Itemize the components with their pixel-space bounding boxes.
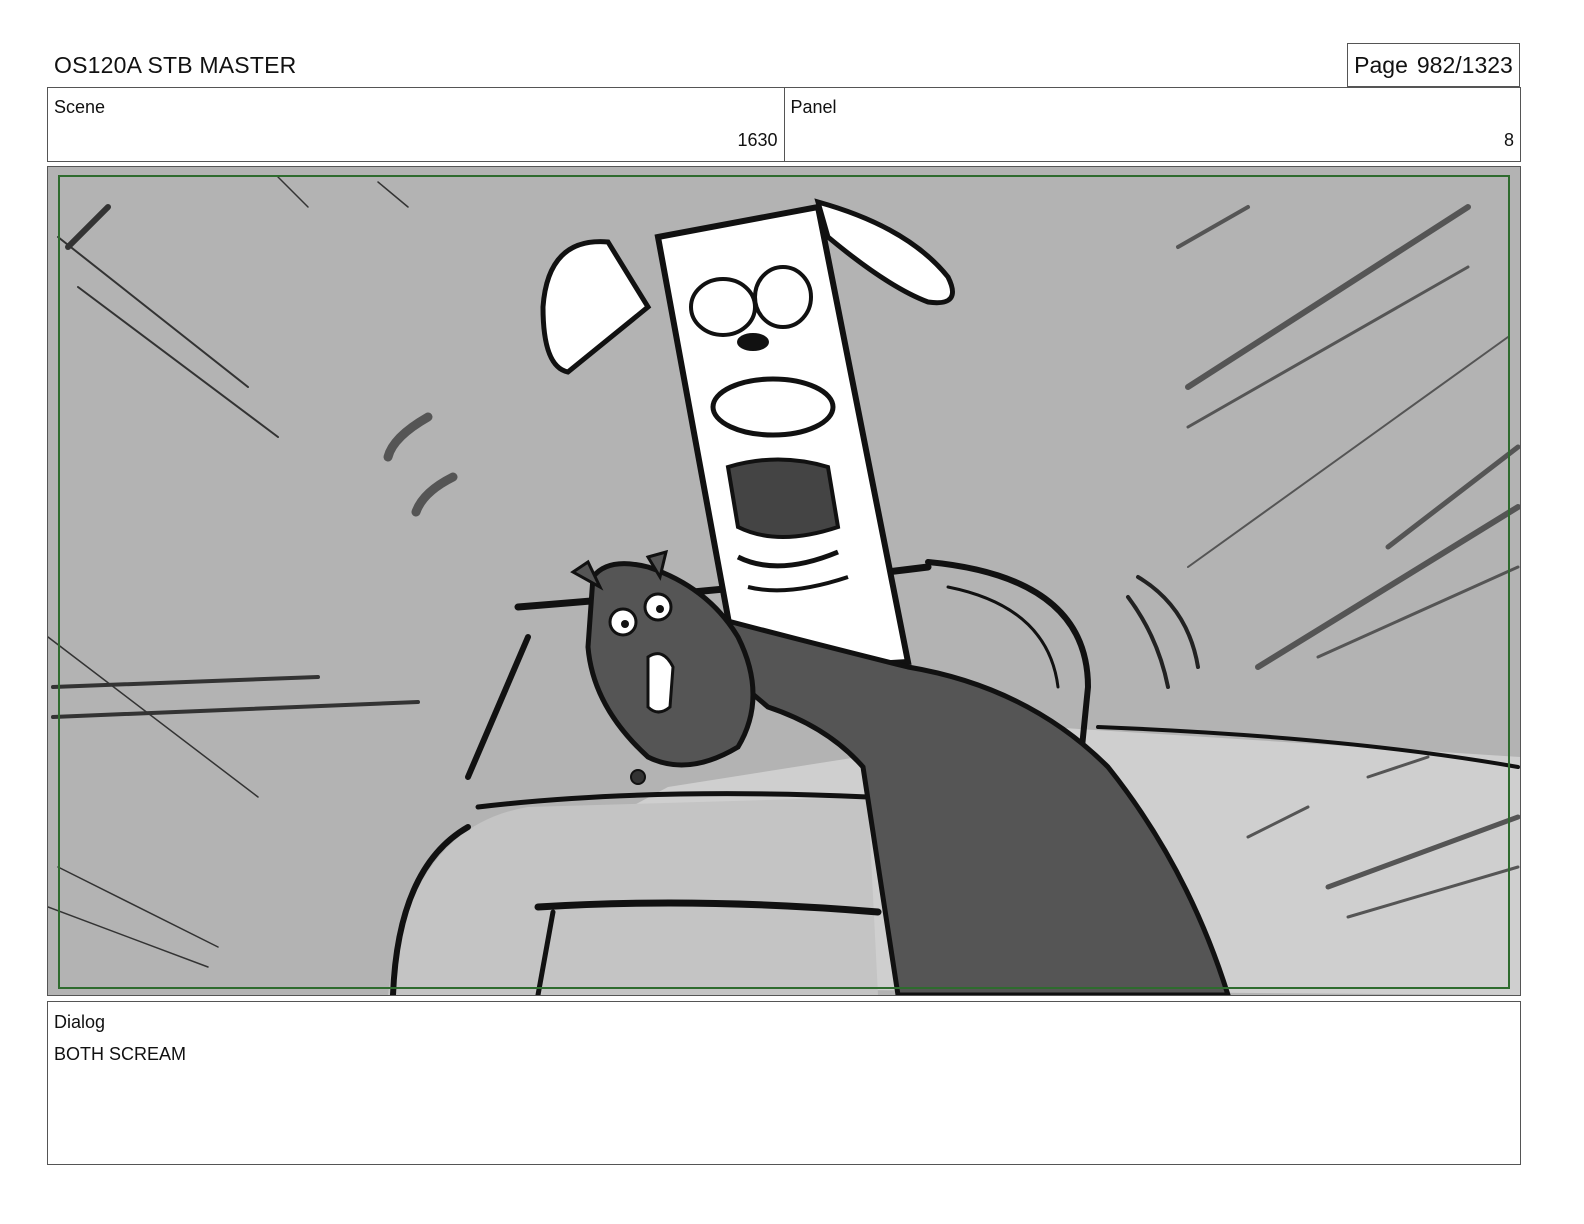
storyboard-panel — [47, 166, 1521, 996]
page-label: Page — [1354, 51, 1408, 78]
document-title: OS120A STB MASTER — [54, 52, 297, 78]
cat-mouth — [646, 652, 675, 714]
dog-nose — [737, 333, 769, 351]
scene-label: Scene — [54, 97, 106, 117]
scene-number: 1630 — [737, 130, 778, 150]
page-number: 982/1323 — [1416, 51, 1513, 78]
dog-mouth — [725, 457, 841, 539]
scene-cell: Scene 1630 — [48, 88, 784, 161]
page-indicator: Page 982/1323 — [1347, 43, 1520, 87]
storyboard-sketch — [48, 167, 1520, 995]
panel-label: Panel — [790, 97, 837, 117]
panel-cell: Panel 8 — [783, 88, 1521, 161]
dialog-text: BOTH SCREAM — [54, 1044, 187, 1064]
cat-collar-tag — [630, 769, 646, 785]
scene-panel-row: Scene 1630 Panel 8 — [47, 87, 1521, 162]
dialog-box: Dialog BOTH SCREAM — [47, 1001, 1521, 1165]
panel-number: 8 — [1503, 130, 1514, 150]
dialog-label: Dialog — [54, 1012, 106, 1032]
